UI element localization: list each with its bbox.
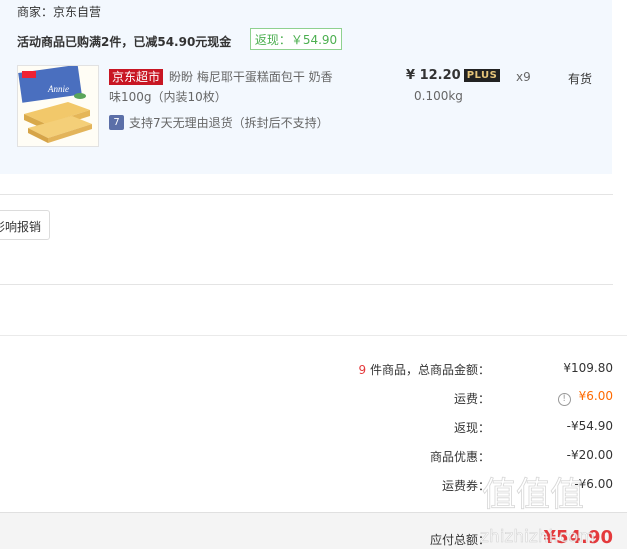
info-icon[interactable]: ! — [557, 393, 571, 406]
return-policy: 7 支持7天无理由退货（拆封后不支持） — [109, 114, 329, 131]
plus-badge: PLUS — [463, 69, 501, 82]
shipping-label: 运费： — [453, 392, 490, 406]
item-quantity: x9 — [516, 70, 531, 84]
invoice-button[interactable]: 影响报销 — [0, 210, 50, 240]
product-title-line1[interactable]: 京东超市 盼盼 梅尼耶干蛋糕面包干 奶香 — [109, 68, 333, 85]
item-count-label: 9 件商品，总商品金额： — [358, 363, 490, 377]
item-count: 9 — [358, 363, 367, 377]
rebate-amount: -¥54.90 — [566, 419, 613, 433]
svg-text:Annie: Annie — [47, 84, 69, 94]
price-value: ¥ 12.20 — [406, 68, 461, 83]
item-weight: 0.100kg — [414, 89, 463, 103]
pay-total-value: ¥54.90 — [543, 527, 613, 548]
product-thumbnail[interactable]: Annie — [17, 65, 99, 147]
divider — [0, 284, 613, 285]
seven-day-return-icon: 7 — [109, 115, 124, 130]
watermark-chars: 值值值 — [482, 475, 584, 515]
stock-status: 有货 — [568, 72, 593, 86]
divider — [0, 194, 613, 195]
pay-total-label: 应付总额： — [429, 533, 490, 547]
return-policy-text: 支持7天无理由退货（拆封后不支持） — [129, 116, 329, 130]
total-amount: ¥109.80 — [563, 361, 613, 375]
rebate-label: 返现： — [453, 421, 490, 435]
promo-text: 活动商品已购满2件，已减54.90元现金 — [17, 35, 232, 49]
merchant-label: 商家：京东自营 — [17, 5, 102, 19]
coupon-amount: -¥6.00 — [574, 477, 613, 491]
coupon-label: 运费券： — [441, 479, 490, 493]
footer-bar — [0, 512, 627, 549]
discount-amount: -¥20.00 — [566, 448, 613, 462]
rebate-tag: 返现：￥54.90 — [250, 28, 342, 50]
jd-supermarket-badge: 京东超市 — [109, 69, 164, 85]
unit-price: ¥ 12.20 PLUS — [406, 68, 501, 83]
product-title-text[interactable]: 盼盼 梅尼耶干蛋糕面包干 奶香 — [169, 70, 333, 84]
divider — [0, 335, 627, 336]
shipping-amount: ! ¥6.00 — [557, 389, 613, 406]
product-title-line2[interactable]: 味100g（内装10枚） — [109, 88, 227, 105]
biscuit-product-image: Annie — [18, 66, 98, 146]
invoice-button-label: 影响报销 — [0, 220, 41, 234]
discount-label: 商品优惠： — [429, 450, 490, 464]
